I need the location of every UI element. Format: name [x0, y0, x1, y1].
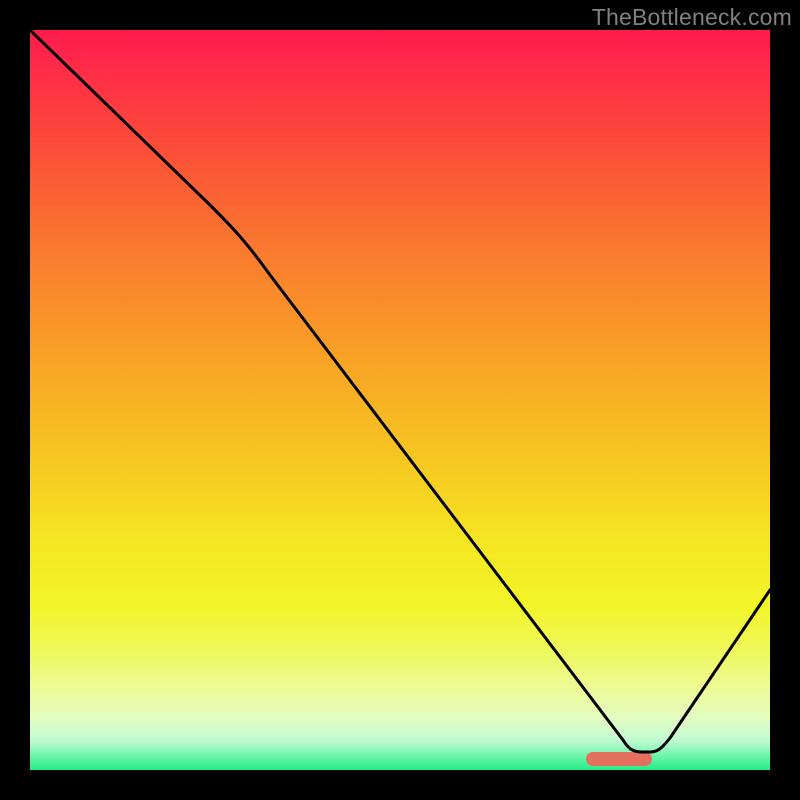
plot-area: [30, 30, 770, 770]
brand-watermark: TheBottleneck.com: [592, 4, 792, 31]
bottleneck-curve: [30, 30, 770, 770]
chart-frame: TheBottleneck.com: [0, 0, 800, 800]
curve-path: [30, 30, 770, 752]
